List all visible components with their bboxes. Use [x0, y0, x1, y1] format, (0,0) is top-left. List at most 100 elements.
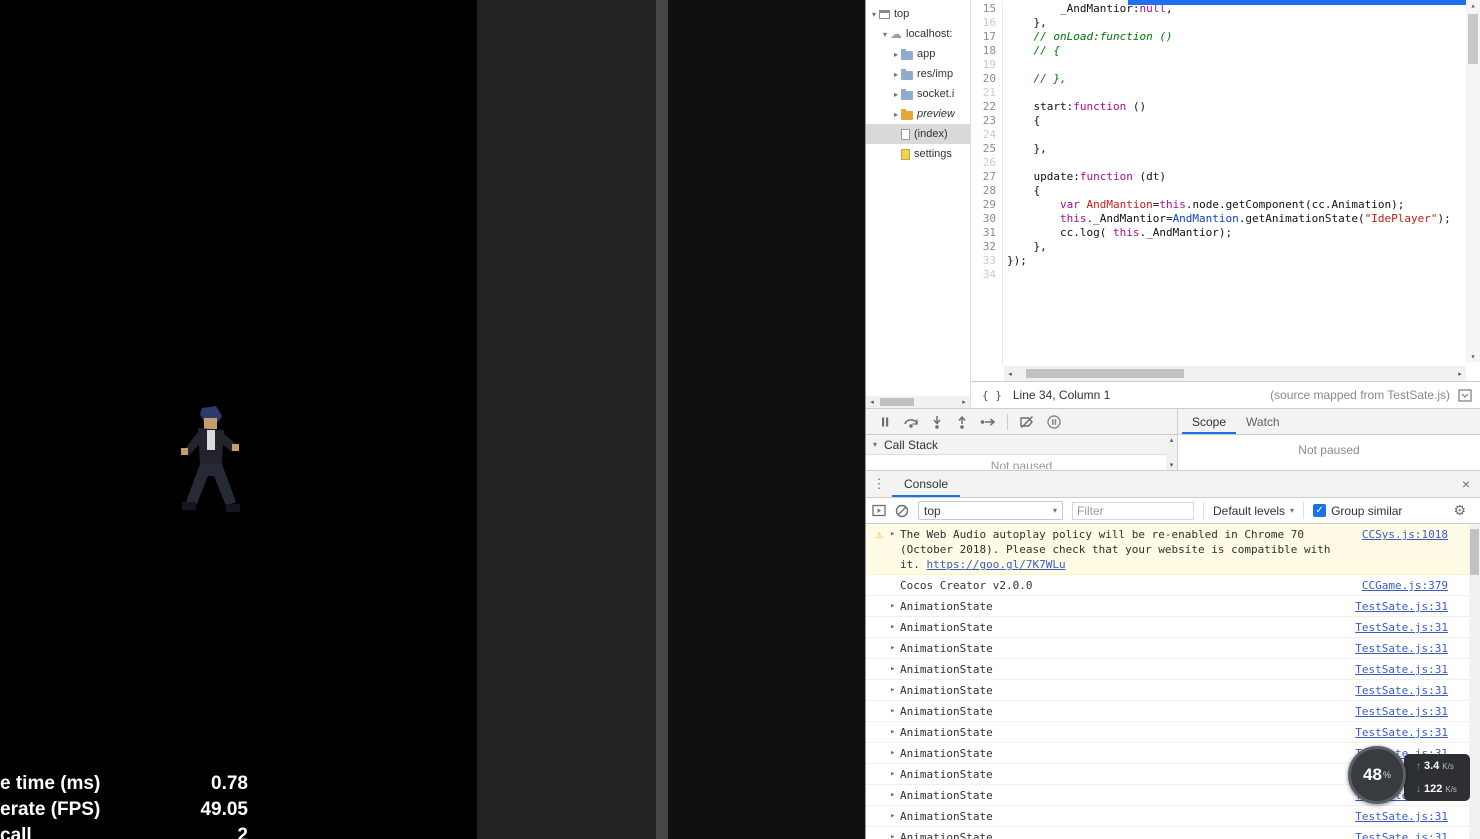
caret-down-icon[interactable]: ▾ [880, 30, 890, 39]
line-number[interactable]: 15 [971, 2, 996, 16]
line-number[interactable]: 24 [971, 128, 996, 142]
message-link[interactable]: https://goo.gl/7K7WLu [927, 558, 1066, 571]
scroll-right-icon[interactable]: ▸ [1454, 370, 1466, 378]
source-link[interactable]: TestSate.js:31 [1355, 725, 1448, 740]
line-number[interactable]: 29 [971, 198, 996, 212]
source-link[interactable]: TestSate.js:31 [1355, 662, 1448, 677]
scrollbar-thumb[interactable] [1468, 14, 1478, 64]
expand-icon[interactable]: ▸ [890, 620, 900, 635]
expand-icon[interactable]: ▸ [890, 527, 900, 542]
tab-scope[interactable]: Scope [1182, 409, 1236, 434]
expand-icon[interactable]: ▸ [890, 767, 900, 782]
source-link[interactable]: TestSate.js:31 [1355, 683, 1448, 698]
caret-right-icon[interactable]: ▸ [891, 70, 901, 79]
pretty-print-icon[interactable]: { } [979, 388, 1005, 403]
scrollbar-track[interactable] [878, 396, 958, 408]
file-tree-item[interactable]: ▾ ☁ localhost: [866, 24, 970, 44]
line-number[interactable]: 34 [971, 268, 996, 282]
pause-script-button[interactable] [878, 415, 892, 429]
expand-icon[interactable]: ▸ [890, 599, 900, 614]
file-tree-item[interactable]: settings [866, 144, 970, 164]
step-out-button[interactable] [955, 415, 969, 429]
log-levels-select[interactable]: Default levels ▾ [1213, 504, 1294, 518]
editor-horizontal-scrollbar[interactable]: ◂ ▸ [1004, 366, 1466, 381]
scrollbar-track[interactable] [1016, 366, 1454, 381]
source-link[interactable]: CCSys.js:1018 [1362, 527, 1448, 542]
line-number[interactable]: 20 [971, 72, 996, 86]
expand-icon[interactable]: ▸ [890, 662, 900, 677]
caret-down-icon[interactable]: ▾ [870, 440, 880, 449]
line-number[interactable]: 16 [971, 16, 996, 30]
line-number[interactable]: 31 [971, 226, 996, 240]
expand-icon[interactable]: ▸ [890, 704, 900, 719]
scrollbar-thumb[interactable] [1026, 369, 1184, 378]
caret-right-icon[interactable]: ▸ [891, 110, 901, 119]
file-tree-item[interactable]: ▸ preview [866, 104, 970, 124]
checkbox-checked-icon[interactable] [1313, 504, 1327, 517]
scroll-left-icon[interactable]: ◂ [866, 398, 878, 406]
browser-scrollbar[interactable] [656, 0, 668, 839]
caret-right-icon[interactable]: ▸ [891, 90, 901, 99]
expand-panel-icon[interactable] [1458, 388, 1472, 402]
expand-icon[interactable]: ▸ [890, 809, 900, 824]
file-tree-item[interactable]: ▸ res/imp [866, 64, 970, 84]
expand-icon[interactable]: ▸ [890, 788, 900, 803]
step-button[interactable] [980, 415, 996, 429]
line-number[interactable]: 25 [971, 142, 996, 156]
network-monitor-overlay[interactable]: ↑ 3.4 K/s ↓ 122 K/s 48 % [1348, 746, 1473, 808]
pause-on-exceptions-button[interactable] [1046, 414, 1062, 430]
source-link[interactable]: TestSate.js:31 [1355, 641, 1448, 656]
line-number[interactable]: 21 [971, 86, 996, 100]
file-tree-item[interactable]: (index) [866, 124, 970, 144]
expand-icon[interactable]: ▸ [890, 641, 900, 656]
scroll-up-icon[interactable]: ▴ [1466, 1, 1480, 10]
expand-icon[interactable]: ▸ [890, 830, 900, 839]
cpu-percent-badge[interactable]: 48 % [1348, 746, 1406, 804]
call-stack-header[interactable]: ▾ Call Stack [866, 435, 1177, 455]
filter-input[interactable] [1072, 501, 1194, 520]
console-sidebar-icon[interactable] [872, 504, 886, 517]
step-into-button[interactable] [930, 415, 944, 429]
caret-right-icon[interactable]: ▸ [891, 50, 901, 59]
call-stack-scrollbar[interactable]: ▴ ▾ [1166, 435, 1177, 470]
expand-icon[interactable]: ▸ [890, 746, 900, 761]
expand-icon[interactable]: ▸ [890, 725, 900, 740]
deactivate-breakpoints-button[interactable] [1019, 415, 1035, 429]
line-number[interactable]: 19 [971, 58, 996, 72]
line-number[interactable]: 30 [971, 212, 996, 226]
line-number[interactable]: 27 [971, 170, 996, 184]
scroll-down-icon[interactable]: ▾ [1170, 461, 1174, 469]
file-tree-item[interactable]: ▸ app [866, 44, 970, 64]
tab-watch[interactable]: Watch [1236, 409, 1290, 434]
line-number[interactable]: 23 [971, 114, 996, 128]
scroll-right-icon[interactable]: ▸ [958, 398, 970, 406]
group-similar-checkbox[interactable]: Group similar [1313, 504, 1402, 518]
source-link[interactable]: TestSate.js:31 [1355, 704, 1448, 719]
step-over-button[interactable] [903, 415, 919, 429]
line-number[interactable]: 28 [971, 184, 996, 198]
caret-down-icon[interactable]: ▾ [869, 10, 879, 19]
scroll-down-icon[interactable]: ▾ [1466, 352, 1480, 361]
line-number[interactable]: 22 [971, 100, 996, 114]
scrollbar-thumb[interactable] [1470, 529, 1479, 575]
source-link[interactable]: TestSate.js:31 [1355, 809, 1448, 824]
editor-vertical-scrollbar[interactable]: ▴ ▾ [1466, 0, 1480, 362]
line-number[interactable]: 33 [971, 254, 996, 268]
source-link[interactable]: TestSate.js:31 [1355, 620, 1448, 635]
file-tree-item[interactable]: ▾ top [866, 4, 970, 24]
scrollbar-thumb[interactable] [880, 398, 914, 406]
javascript-context-select[interactable]: top ▾ [918, 501, 1063, 520]
console-settings-gear-icon[interactable]: ⚙ [1453, 502, 1474, 519]
kebab-menu-icon[interactable]: ⋮ [866, 471, 892, 497]
tab-console[interactable]: Console [892, 471, 960, 497]
file-tree-item[interactable]: ▸ socket.i [866, 84, 970, 104]
source-link[interactable]: CCGame.js:379 [1362, 578, 1448, 593]
line-number[interactable]: 18 [971, 44, 996, 58]
line-number[interactable]: 17 [971, 30, 996, 44]
close-icon[interactable]: × [1452, 471, 1480, 497]
expand-icon[interactable]: ▸ [890, 683, 900, 698]
scroll-up-icon[interactable]: ▴ [1170, 436, 1174, 444]
line-number[interactable]: 32 [971, 240, 996, 254]
source-link[interactable]: TestSate.js:31 [1355, 599, 1448, 614]
navigator-horizontal-scrollbar[interactable]: ◂ ▸ [866, 396, 970, 408]
